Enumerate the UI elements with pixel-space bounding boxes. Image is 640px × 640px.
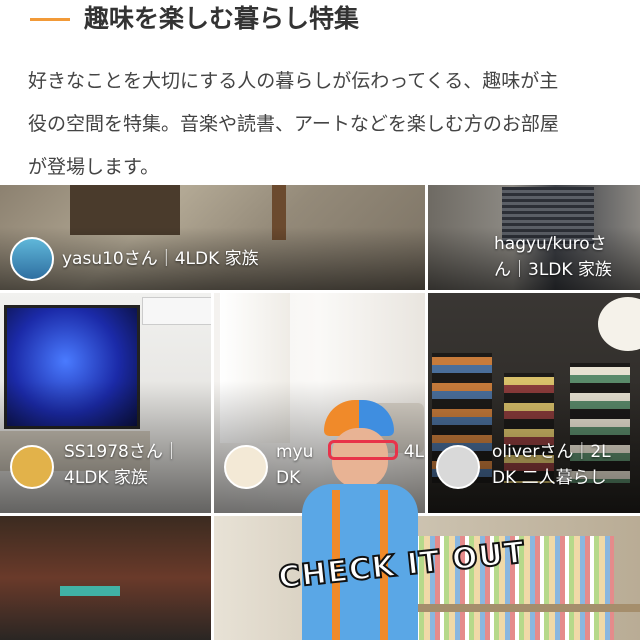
caption-line: 4LDK 家族 (64, 468, 148, 488)
room-caption: hagyu/kuroさ ん｜3LDK 家族 (494, 231, 612, 283)
neon-light (60, 586, 120, 596)
caption-line: SS1978さん｜ (64, 442, 180, 462)
air-conditioner (142, 297, 211, 325)
caption-line: ん｜3LDK 家族 (494, 260, 612, 280)
description-line: 好きなことを大切にする人の暮らしが伝わってくる、趣味が主 (28, 70, 559, 92)
room-caption: oliverさん｜2L DK 二人暮らし (492, 439, 611, 491)
user-avatar[interactable] (10, 237, 54, 281)
overlay-person (298, 400, 428, 640)
room-card-yasu10[interactable]: yasu10さん｜4LDK 家族 (0, 185, 425, 290)
feature-description: 好きなことを大切にする人の暮らしが伝わってくる、趣味が主 役の空間を特集。音楽や… (28, 60, 628, 189)
room-card-ss1978[interactable]: SS1978さん｜ 4LDK 家族 (0, 293, 211, 513)
page-title: 趣味を楽しむ暮らし特集 (84, 4, 360, 33)
room-card-oliver[interactable]: oliverさん｜2L DK 二人暮らし (428, 293, 640, 513)
feature-header: 趣味を楽しむ暮らし特集 好きなことを大切にする人の暮らしが伝わってくる、趣味が主… (0, 0, 640, 185)
room-caption: yasu10さん｜4LDK 家族 (62, 246, 259, 272)
description-line: 役の空間を特集。音楽や読書、アートなどを楽しむ方のお部屋 (28, 113, 559, 135)
caption-line: oliverさん｜2L (492, 442, 611, 462)
description-line: が登場します。 (28, 156, 160, 178)
room-card[interactable] (0, 516, 211, 640)
accent-line (30, 18, 70, 21)
caption-line: hagyu/kuroさ (494, 234, 607, 254)
user-avatar[interactable] (224, 445, 268, 489)
room-card-hagyu-kuro[interactable]: hagyu/kuroさ ん｜3LDK 家族 (428, 185, 640, 290)
user-avatar[interactable] (10, 445, 54, 489)
glasses (328, 440, 398, 460)
room-caption: SS1978さん｜ 4LDK 家族 (64, 439, 180, 491)
caption-line: yasu10さん｜4LDK 家族 (62, 249, 259, 269)
room-photo (0, 516, 211, 640)
user-avatar[interactable] (436, 445, 480, 489)
caption-line: DK 二人暮らし (492, 468, 607, 488)
